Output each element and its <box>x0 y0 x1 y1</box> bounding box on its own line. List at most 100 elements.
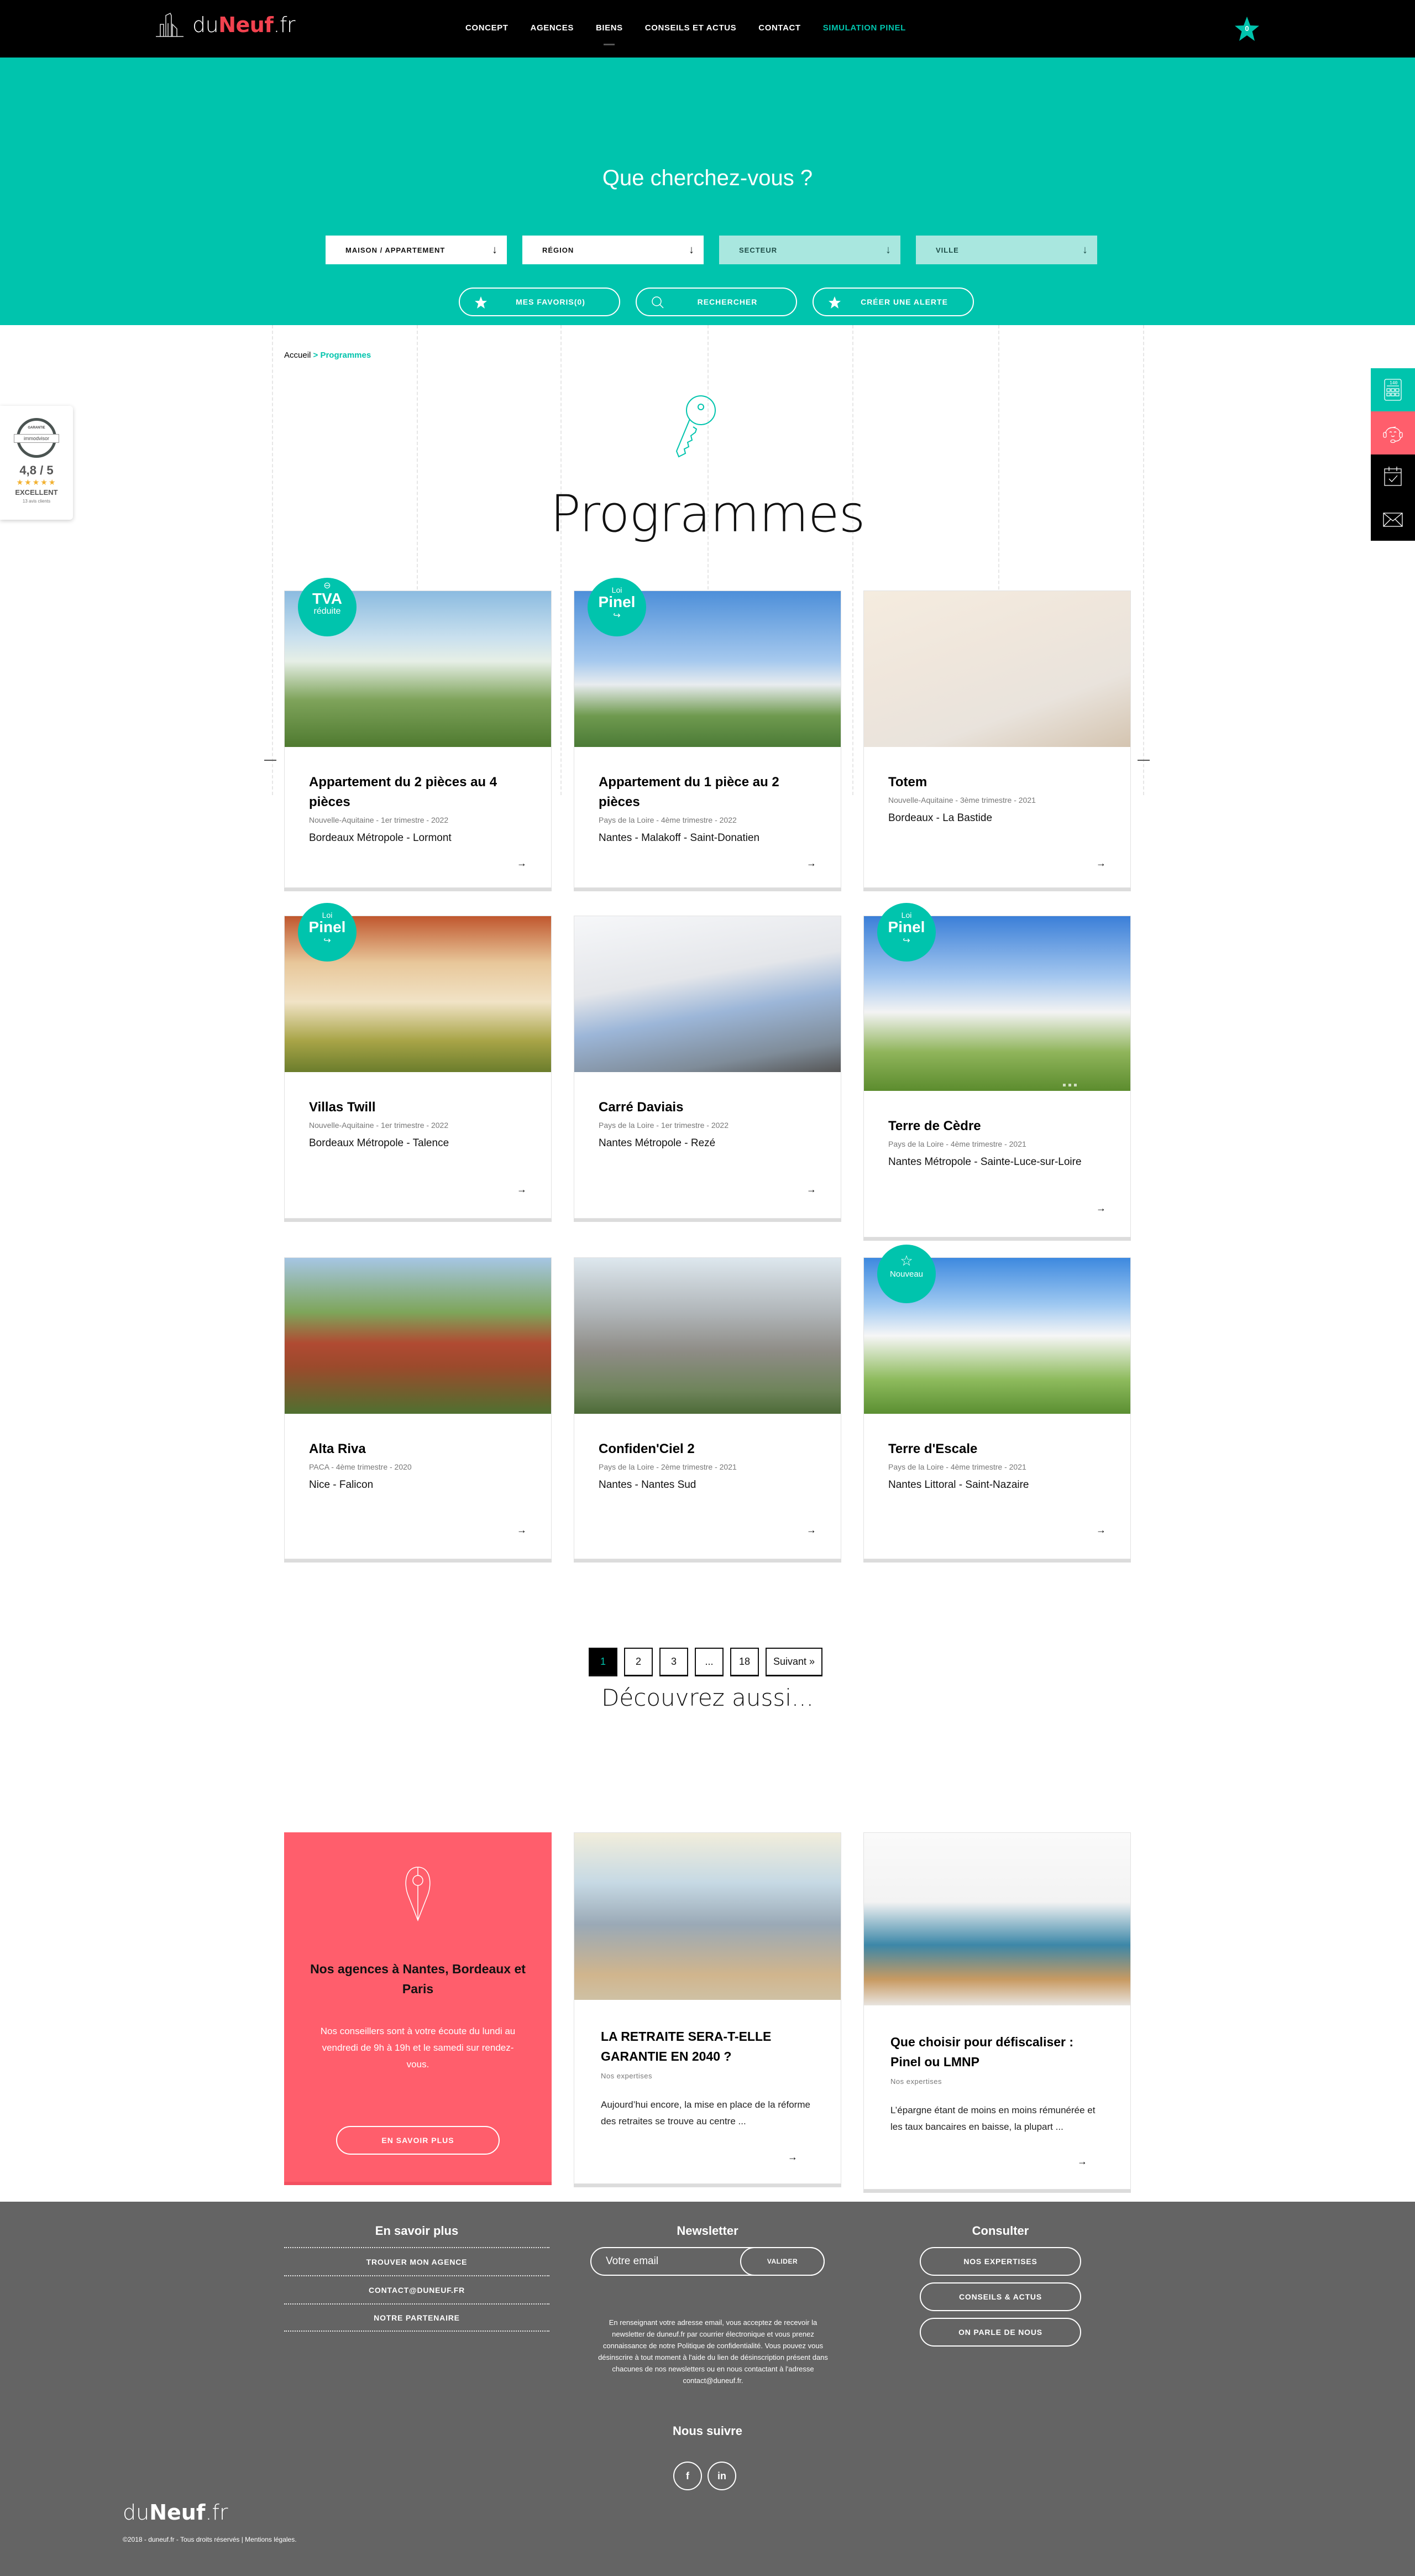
program-title[interactable]: Appartement du 2 pièces au 4 pièces <box>309 772 527 812</box>
envelope-icon <box>1383 513 1403 527</box>
nav-agences[interactable]: AGENCES <box>531 23 574 33</box>
arrow-right-icon[interactable]: → <box>1077 2156 1087 2167</box>
newsletter-submit-button[interactable]: VALIDER <box>740 2247 825 2276</box>
program-title[interactable]: Carré Daviais <box>599 1098 816 1117</box>
arrow-right-icon[interactable]: → <box>517 1184 527 1195</box>
calendar-check-icon <box>1384 467 1402 486</box>
breadcrumb-home[interactable]: Accueil <box>284 351 311 360</box>
card-body: Villas Twill Nouvelle-Aquitaine - 1er tr… <box>285 1072 551 1149</box>
arrow-right-icon[interactable]: → <box>1096 1203 1106 1214</box>
create-alert-button[interactable]: CRÉER UNE ALERTE <box>813 288 974 316</box>
arrow-right-icon[interactable]: → <box>517 858 527 869</box>
social-links: f in <box>673 2462 736 2490</box>
program-title[interactable]: Terre d'Escale <box>888 1439 1106 1459</box>
program-title[interactable]: Totem <box>888 772 1106 792</box>
contact-email-link[interactable]: CONTACT@DUNEUF.FR <box>284 2275 549 2303</box>
program-title[interactable]: Appartement du 1 pièce au 2 pièces <box>599 772 816 812</box>
loi-pinel-badge: Loi Pinel ↪ <box>877 903 936 962</box>
article-title[interactable]: Que choisir pour défiscaliser : Pinel ou… <box>890 2032 1104 2072</box>
next-page-button[interactable]: Suivant » <box>766 1648 823 1676</box>
program-card[interactable]: Alta Riva PACA - 4ème trimestre - 2020 N… <box>284 1257 552 1559</box>
program-location: Bordeaux Métropole - Lormont <box>309 832 452 844</box>
discover-title: Découvrez aussi... <box>601 1684 814 1711</box>
program-card[interactable]: Carré Daviais Pays de la Loire - 1er tri… <box>574 916 841 1219</box>
simulator-button[interactable]: 140 <box>1371 368 1415 411</box>
footer-learn-more-links: TROUVER MON AGENCE CONTACT@DUNEUF.FR NOT… <box>284 2247 549 2332</box>
find-agency-link[interactable]: TROUVER MON AGENCE <box>284 2247 549 2275</box>
logo-suffix: .fr <box>205 2500 228 2525</box>
footer-logo[interactable]: duNeuf.fr <box>123 2500 228 2525</box>
agencies-text: Nos conseillers sont à votre écoute du l… <box>320 2026 516 2070</box>
program-image <box>864 591 1130 747</box>
nav-conseils-et-actus[interactable]: CONSEILS ET ACTUS <box>645 23 737 33</box>
nav-simulation-pinel[interactable]: SIMULATION PINEL <box>823 23 906 33</box>
program-card[interactable]: Totem Nouvelle-Aquitaine - 3ème trimestr… <box>863 591 1131 888</box>
page-18[interactable]: 18 <box>730 1648 759 1676</box>
page-ellipsis[interactable]: ... <box>695 1648 724 1676</box>
nav-contact[interactable]: CONTACT <box>758 23 800 33</box>
partner-link[interactable]: NOTRE PARTENAIRE <box>284 2303 549 2332</box>
badge-prefix: Loi <box>611 586 622 594</box>
arrow-right-icon[interactable]: → <box>806 858 816 869</box>
page-2[interactable]: 2 <box>624 1648 653 1676</box>
site-logo[interactable]: duNeuf.fr <box>155 12 295 38</box>
program-meta: Pays de la Loire - 1er trimestre - 2022 <box>599 1121 729 1130</box>
key-icon <box>675 395 716 458</box>
our-expertise-button[interactable]: NOS EXPERTISES <box>920 2247 1081 2276</box>
advice-news-button[interactable]: CONSEILS & ACTUS <box>920 2282 1081 2311</box>
advisor-button[interactable] <box>1371 411 1415 454</box>
appointment-button[interactable] <box>1371 454 1415 498</box>
program-card[interactable]: Loi Pinel ↪ Terre de Cèdre Pays de la Lo… <box>863 903 1131 1237</box>
card-body: Terre d'Escale Pays de la Loire - 4ème t… <box>864 1414 1130 1491</box>
arrow-right-icon[interactable]: → <box>517 1524 527 1536</box>
program-meta: Nouvelle-Aquitaine - 1er trimestre - 202… <box>309 1121 449 1130</box>
arrow-right-icon[interactable]: → <box>788 2151 798 2163</box>
search-button[interactable]: RECHERCHER <box>636 288 797 316</box>
page-3[interactable]: 3 <box>659 1648 688 1676</box>
favorites-star-button[interactable]: 0 <box>1234 15 1260 42</box>
button-label: MES FAVORIS(0) <box>516 297 585 306</box>
facebook-icon[interactable]: f <box>673 2462 702 2490</box>
program-card[interactable]: Confiden'Ciel 2 Pays de la Loire - 2ème … <box>574 1257 841 1559</box>
region-select[interactable]: RÉGION ↓ <box>522 236 704 264</box>
program-card[interactable]: Loi Pinel ↪ Appartement du 1 pièce au 2 … <box>574 578 841 888</box>
logo-prefix: du <box>192 13 219 37</box>
linkedin-icon[interactable]: in <box>708 2462 736 2490</box>
nav-concept[interactable]: CONCEPT <box>465 23 509 33</box>
program-card[interactable]: Loi Pinel ↪ Villas Twill Nouvelle-Aquita… <box>284 903 552 1219</box>
message-button[interactable] <box>1371 498 1415 541</box>
program-title[interactable]: Alta Riva <box>309 1439 527 1459</box>
arrow-down-icon: ↓ <box>689 243 695 256</box>
program-meta: PACA - 4ème trimestre - 2020 <box>309 1462 412 1471</box>
footer-consult-links: NOS EXPERTISES CONSEILS & ACTUS ON PARLE… <box>920 2247 1081 2353</box>
article-card[interactable]: Que choisir pour défiscaliser : Pinel ou… <box>863 1832 1131 2190</box>
my-favorites-button[interactable]: MES FAVORIS(0) <box>459 288 620 316</box>
program-meta: Pays de la Loire - 4ème trimestre - 2021 <box>888 1462 1026 1471</box>
program-card[interactable]: ☆ Nouveau Terre d'Escale Pays de la Loir… <box>863 1245 1131 1559</box>
program-title[interactable]: Confiden'Ciel 2 <box>599 1439 816 1459</box>
program-title[interactable]: Terre de Cèdre <box>888 1116 1106 1136</box>
press-button[interactable]: ON PARLE DE NOUS <box>920 2318 1081 2347</box>
review-score: 4,8 / 5 <box>19 463 54 477</box>
immodvisor-review-widget[interactable]: GARANTIE immodvisor 4,8 / 5 ★★★★★ EXCELL… <box>0 406 73 520</box>
page-1[interactable]: 1 <box>589 1648 617 1676</box>
learn-more-button[interactable]: EN SAVOIR PLUS <box>336 2126 500 2155</box>
select-label: RÉGION <box>542 245 574 254</box>
program-meta: Pays de la Loire - 4ème trimestre - 2021 <box>888 1140 1026 1148</box>
arrow-right-icon[interactable]: → <box>806 1524 816 1536</box>
article-title[interactable]: LA RETRAITE SERA-T-ELLE GARANTIE EN 2040… <box>601 2026 814 2066</box>
property-type-select[interactable]: MAISON / APPARTEMENT ↓ <box>326 236 507 264</box>
image-slider-dots[interactable] <box>1063 1084 1077 1086</box>
newsletter-email-input[interactable] <box>591 2248 741 2275</box>
city-select[interactable]: VILLE ↓ <box>916 236 1097 264</box>
sector-select[interactable]: SECTEUR ↓ <box>719 236 900 264</box>
article-card[interactable]: LA RETRAITE SERA-T-ELLE GARANTIE EN 2040… <box>574 1832 841 2184</box>
arrow-right-icon[interactable]: → <box>1096 858 1106 869</box>
badge-prefix: Loi <box>901 911 912 919</box>
agencies-card: Nos agences à Nantes, Bordeaux et Paris … <box>284 1832 552 2182</box>
nav-biens[interactable]: BIENS <box>596 23 623 33</box>
arrow-right-icon[interactable]: → <box>1096 1524 1106 1536</box>
arrow-right-icon[interactable]: → <box>806 1184 816 1195</box>
program-title[interactable]: Villas Twill <box>309 1098 527 1117</box>
program-card[interactable]: ⊖ TVA réduite Appartement du 2 pièces au… <box>284 578 552 888</box>
